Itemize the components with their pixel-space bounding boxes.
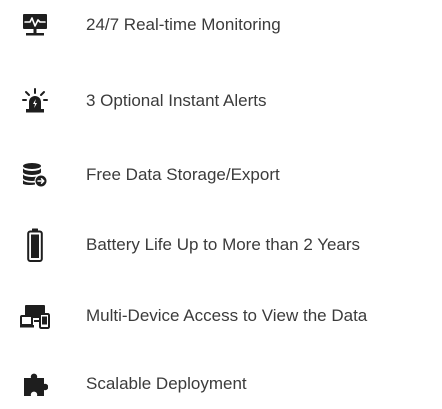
feature-label: 24/7 Real-time Monitoring bbox=[86, 15, 281, 34]
database-export-icon bbox=[20, 155, 50, 195]
feature-label: Scalable Deployment bbox=[86, 374, 247, 393]
multi-device-icon bbox=[20, 296, 50, 336]
monitor-heartbeat-icon bbox=[20, 5, 50, 45]
feature-list: 24/7 Real-time Monitoring 3 Optional Ins… bbox=[0, 0, 442, 409]
feature-item-monitoring: 24/7 Real-time Monitoring bbox=[0, 5, 442, 45]
feature-label: 3 Optional Instant Alerts bbox=[86, 91, 267, 110]
puzzle-piece-icon bbox=[20, 364, 50, 404]
feature-item-battery: Battery Life Up to More than 2 Years bbox=[0, 225, 442, 265]
battery-icon bbox=[20, 225, 50, 265]
feature-label: Free Data Storage/Export bbox=[86, 165, 280, 184]
feature-item-alerts: 3 Optional Instant Alerts bbox=[0, 81, 442, 121]
alarm-siren-icon bbox=[20, 81, 50, 121]
feature-label: Multi-Device Access to View the Data bbox=[86, 306, 368, 325]
feature-item-scalable: Scalable Deployment bbox=[0, 364, 442, 404]
feature-item-multi-device: Multi-Device Access to View the Data bbox=[0, 296, 442, 336]
feature-item-storage: Free Data Storage/Export bbox=[0, 155, 442, 195]
feature-label: Battery Life Up to More than 2 Years bbox=[86, 235, 361, 254]
